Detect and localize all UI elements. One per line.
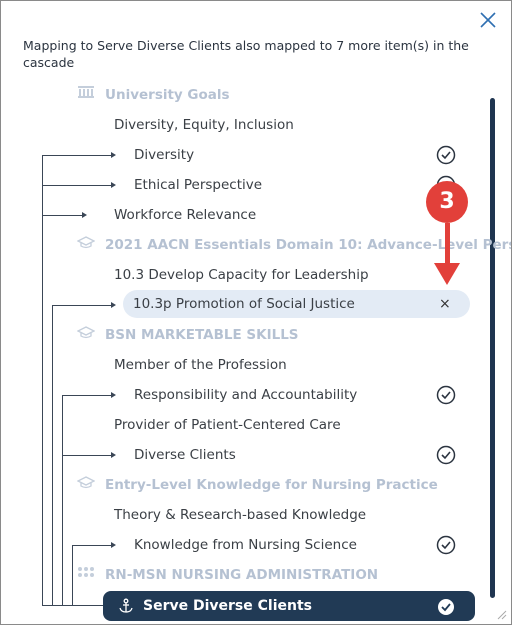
connector-arrow: [111, 542, 116, 548]
check-circle-icon: [436, 385, 456, 405]
connector-arrow: [111, 302, 116, 308]
goal-bsn-marketable-skills[interactable]: BSN MARKETABLE SKILLS: [76, 322, 299, 348]
check-circle-icon: [436, 145, 456, 165]
anchor-icon: [119, 598, 133, 613]
connector-arrow: [111, 152, 116, 158]
connector-line: [62, 395, 63, 605]
goal-label: 2021 AACN Essentials Domain 10: Advance-…: [105, 237, 512, 253]
university-icon: [77, 82, 97, 108]
connector-arrow: [82, 212, 87, 218]
tree-item-nursing-science[interactable]: Knowledge from Nursing Science: [134, 532, 357, 558]
connector-line: [62, 395, 112, 396]
cascade-message: Mapping to Serve Diverse Clients also ma…: [23, 38, 469, 70]
connector-line: [52, 305, 53, 605]
goal-label: RN-MSN NURSING ADMINISTRATION: [105, 567, 379, 583]
connector-line: [72, 545, 112, 546]
connector-line: [72, 545, 73, 605]
check-circle-icon: [436, 445, 456, 465]
resize-handle-icon[interactable]: [495, 608, 507, 620]
graduation-cap-icon: [76, 472, 97, 498]
graduation-cap-icon: [76, 232, 97, 258]
selected-outcome-label: Serve Diverse Clients: [143, 598, 312, 614]
scrollbar[interactable]: [490, 98, 495, 598]
goal-entry-level-knowledge[interactable]: Entry-Level Knowledge for Nursing Practi…: [76, 472, 438, 498]
check-circle-icon: [436, 535, 456, 555]
graduation-cap-icon: [76, 322, 97, 348]
annotation-arrow-shaft: [445, 223, 450, 265]
tree-item-responsibility[interactable]: Responsibility and Accountability: [134, 382, 357, 408]
annotation-arrow-head: [434, 263, 460, 285]
connector-line: [42, 155, 112, 156]
connector-line: [42, 155, 43, 605]
tree-item[interactable]: Theory & Research-based Knowledge: [114, 502, 366, 528]
mapping-dialog: Mapping to Serve Diverse Clients also ma…: [0, 0, 512, 625]
tree-item-diversity[interactable]: Diversity: [134, 142, 194, 168]
tree-item[interactable]: 10.3 Develop Capacity for Leadership: [114, 262, 369, 288]
connector-line: [42, 215, 83, 216]
check-circle-icon: [438, 599, 454, 615]
tree-item[interactable]: Diversity, Equity, Inclusion: [114, 112, 294, 138]
tree-item-diverse-clients[interactable]: Diverse Clients: [134, 442, 236, 468]
connector-line: [42, 185, 112, 186]
goal-label: University Goals: [105, 87, 230, 103]
tree-item[interactable]: Member of the Profession: [114, 352, 287, 378]
connector-arrow: [111, 452, 116, 458]
network-icon: [77, 562, 97, 588]
goal-label: BSN MARKETABLE SKILLS: [105, 327, 299, 343]
connector-line: [62, 455, 112, 456]
connector-line: [42, 605, 104, 606]
connector-arrow: [111, 392, 116, 398]
step-number-badge: 3: [426, 181, 468, 223]
goal-rn-msn-administration[interactable]: RN-MSN NURSING ADMINISTRATION: [77, 562, 378, 588]
goal-label: Entry-Level Knowledge for Nursing Practi…: [105, 477, 438, 493]
remove-icon[interactable]: ×: [439, 294, 451, 314]
tree-item[interactable]: Provider of Patient-Centered Care: [114, 412, 341, 438]
connector-line: [52, 305, 112, 306]
tree-item-ethical-perspective[interactable]: Ethical Perspective: [134, 172, 262, 198]
tree-item-workforce-relevance[interactable]: Workforce Relevance: [114, 202, 256, 228]
tree-item-social-justice[interactable]: 10.3p Promotion of Social Justice: [133, 291, 355, 317]
connector-arrow: [111, 182, 116, 188]
close-icon[interactable]: [477, 9, 499, 31]
goal-university-goals[interactable]: University Goals: [77, 82, 230, 108]
